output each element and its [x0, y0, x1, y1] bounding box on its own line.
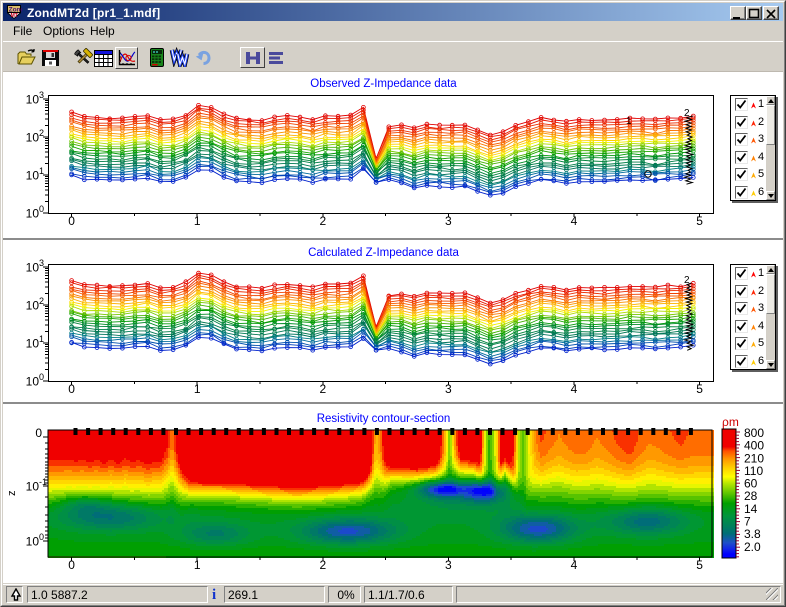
svg-text:10: 10 [26, 131, 40, 145]
svg-text:4: 4 [571, 382, 578, 396]
svg-text:2: 2 [39, 296, 44, 306]
svg-text:1: 1 [39, 334, 44, 344]
svg-text:2: 2 [684, 275, 690, 286]
svg-text:3: 3 [445, 382, 452, 396]
svg-text:2: 2 [39, 128, 44, 138]
svg-text:2: 2 [319, 214, 326, 228]
svg-text:10: 10 [26, 93, 40, 107]
svg-text:MT: MT [11, 13, 18, 19]
svg-text:0: 0 [39, 204, 44, 214]
svg-text:10: 10 [26, 207, 40, 221]
svg-text:1: 1 [194, 214, 201, 228]
svg-text:1: 1 [39, 166, 44, 176]
svg-text:4: 4 [571, 214, 578, 228]
svg-text:1: 1 [626, 116, 632, 127]
svg-text:5: 5 [696, 214, 703, 228]
svg-text:10: 10 [26, 375, 40, 389]
svg-text:5: 5 [696, 382, 703, 396]
svg-text:3: 3 [39, 258, 44, 268]
svg-text:0: 0 [68, 382, 75, 396]
svg-text:0: 0 [68, 214, 75, 228]
svg-text:10: 10 [26, 299, 40, 313]
svg-text:10: 10 [26, 337, 40, 351]
svg-text:2: 2 [684, 108, 690, 119]
svg-text:10: 10 [26, 261, 40, 275]
svg-text:2: 2 [319, 382, 326, 396]
svg-text:3: 3 [39, 90, 44, 100]
svg-text:0: 0 [39, 372, 44, 382]
svg-text:10: 10 [26, 169, 40, 183]
svg-text:3: 3 [445, 214, 452, 228]
svg-text:1: 1 [194, 382, 201, 396]
